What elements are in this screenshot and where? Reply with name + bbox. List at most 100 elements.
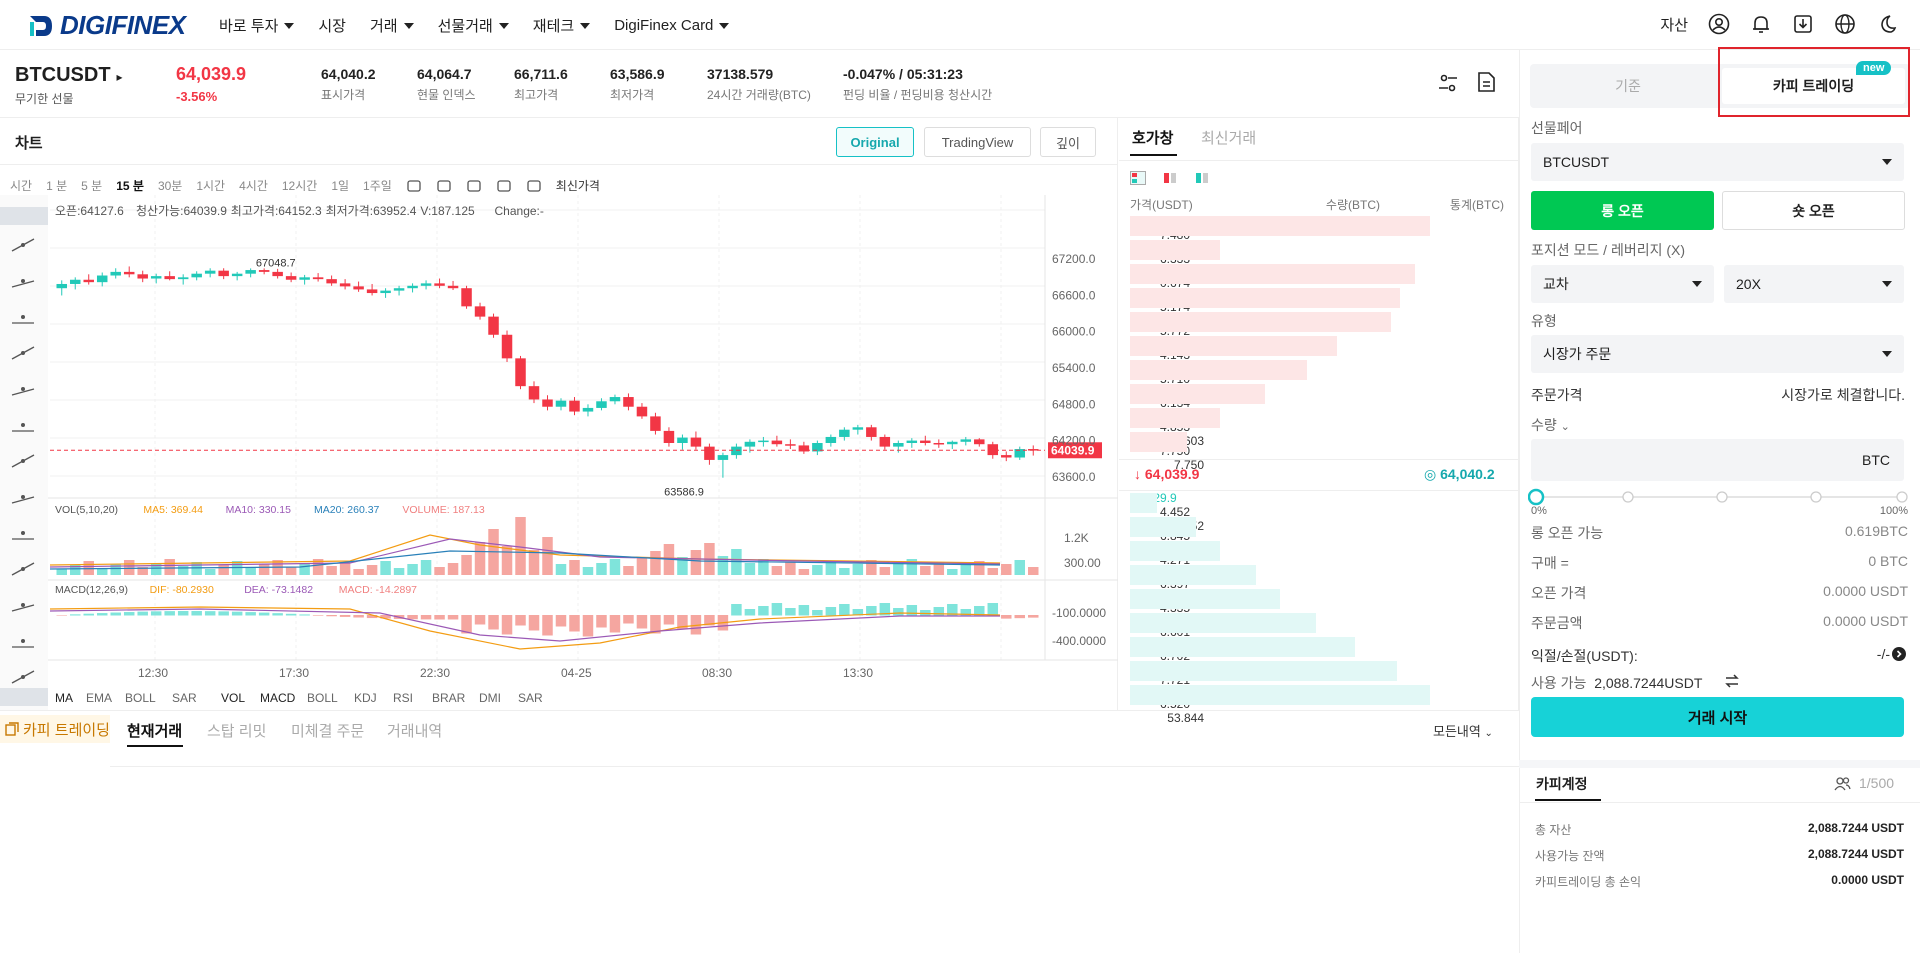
document-icon[interactable] <box>1474 70 1498 94</box>
nav-item-3[interactable]: 선물거래 <box>438 15 509 36</box>
interval-6[interactable]: 4시간 <box>239 177 268 194</box>
ask-row[interactable]: 64,030.66.13418.737 <box>1130 382 1504 424</box>
slider-step[interactable] <box>1896 491 1908 503</box>
brand-logo[interactable]: DIGIFINEX <box>26 10 186 41</box>
slider-step[interactable] <box>1622 491 1634 503</box>
open-long-button[interactable]: 롱 오픈 <box>1531 191 1714 230</box>
view-tab-depth[interactable]: 깊이 <box>1040 127 1096 157</box>
open-short-button[interactable]: 숏 오픈 <box>1722 191 1905 230</box>
bottom-tab-stop-limit[interactable]: 스탑 리밋 <box>207 720 266 741</box>
interval-8[interactable]: 1일 <box>331 177 349 194</box>
interval-9[interactable]: 1주일 <box>363 177 392 194</box>
slider-handle[interactable] <box>1528 488 1545 506</box>
bid-row[interactable]: 64,028.66.39721.965 <box>1130 563 1504 605</box>
assets-link[interactable]: 자산 <box>1660 14 1688 35</box>
bid-row[interactable]: 64,010.06.70239.603 <box>1130 635 1504 677</box>
ask-row[interactable]: 64,030.95.77234.362 <box>1130 310 1504 352</box>
bid-row[interactable]: 64,002.76.52053.844 <box>1130 683 1504 725</box>
indicator-tab-macd[interactable]: MACD <box>260 691 296 705</box>
pair-select[interactable]: BTCUSDT <box>1531 143 1904 181</box>
toolbar-collapse-up[interactable] <box>0 207 48 225</box>
ask-row[interactable]: 64,031.25.17439.536 <box>1130 286 1504 328</box>
volume-bar <box>1014 560 1026 575</box>
candle <box>825 434 837 447</box>
ask-row[interactable]: 64,030.07.7507.750 <box>1130 430 1504 472</box>
globe-icon[interactable] <box>1834 13 1856 35</box>
nav-item-2[interactable]: 거래 <box>370 15 414 36</box>
ohlc-low: 최저가격:63952.4 <box>326 204 417 218</box>
indicator-settings-icon[interactable] <box>406 178 422 194</box>
bid-row[interactable]: 64,016.86.60132.901 <box>1130 611 1504 653</box>
indicator-tab-sar[interactable]: SAR <box>172 691 197 705</box>
ask-row[interactable]: 64,050.56.33346.543 <box>1130 238 1504 280</box>
chart-style-icon[interactable] <box>436 178 452 194</box>
bid-row[interactable]: 64,003.77.72147.324 <box>1130 659 1504 701</box>
indicator-tab-kdj[interactable]: KDJ <box>354 691 377 705</box>
indicator-tab-boll[interactable]: BOLL <box>307 691 338 705</box>
tab-orderbook[interactable]: 호가창 <box>1132 127 1173 148</box>
slider-step[interactable] <box>1716 491 1728 503</box>
indicator-tab-brar[interactable]: BRAR <box>432 691 466 705</box>
indicator-tab-boll[interactable]: BOLL <box>125 691 156 705</box>
indicator-tab-ema[interactable]: EMA <box>86 691 112 705</box>
toolbar-collapse-down[interactable] <box>0 688 48 706</box>
both-sides-view-icon[interactable] <box>1130 171 1146 185</box>
view-tab-tradingview[interactable]: TradingView <box>924 127 1031 157</box>
indicator-tab-rsi[interactable]: RSI <box>393 691 413 705</box>
bid-row[interactable]: 64,029.94.4524.452 <box>1130 491 1504 533</box>
start-trade-button[interactable]: 거래 시작 <box>1531 697 1904 737</box>
nav-item-0[interactable]: 바로 투자 <box>219 15 295 36</box>
history-filter[interactable]: 모든내역 ⌄ <box>1433 721 1493 740</box>
caret-down-icon <box>403 22 414 29</box>
indicator-tab-ma[interactable]: MA <box>55 691 73 705</box>
interval-5[interactable]: 1시간 <box>196 177 225 194</box>
order-type-select[interactable]: 시장가 주문 <box>1531 335 1904 373</box>
chevron-right-circle-icon[interactable] <box>1892 647 1906 661</box>
qty-input[interactable]: BTC <box>1531 439 1904 481</box>
symbol-selector[interactable]: BTCUSDT ▸ <box>15 64 123 87</box>
settings-sliders-icon[interactable] <box>1436 71 1460 95</box>
qty-label[interactable]: 수량 ⌄ <box>1531 415 1570 435</box>
margin-mode-select[interactable]: 교차 <box>1531 265 1714 303</box>
asks-view-icon[interactable] <box>1162 171 1178 185</box>
view-tab-original[interactable]: Original <box>836 127 914 157</box>
bottom-tab-current[interactable]: 현재거래 <box>127 720 182 741</box>
interval-3[interactable]: 15 분 <box>116 177 144 194</box>
indicator-tab-dmi[interactable]: DMI <box>479 691 501 705</box>
nav-item-4[interactable]: 재테크 <box>533 15 591 36</box>
download-icon[interactable] <box>1792 13 1814 35</box>
qty-slider[interactable] <box>1528 488 1908 508</box>
nav-item-5[interactable]: DigiFinex Card <box>614 15 730 36</box>
ask-row[interactable]: 64,030.75.71024.447 <box>1130 358 1504 400</box>
interval-4[interactable]: 30분 <box>158 177 182 194</box>
fullscreen-icon[interactable] <box>526 178 542 194</box>
ask-row[interactable]: 64,050.67.48054.023 <box>1130 214 1504 256</box>
user-icon[interactable] <box>1708 13 1730 35</box>
interval-2[interactable]: 5 분 <box>81 177 102 194</box>
nav-item-1[interactable]: 시장 <box>318 15 346 36</box>
indicator-tab-vol[interactable]: VOL <box>221 691 245 705</box>
bid-row[interactable]: 64,025.54.33526.300 <box>1130 587 1504 629</box>
bids-view-icon[interactable] <box>1194 171 1210 185</box>
slider-step[interactable] <box>1810 491 1822 503</box>
bottom-tab-history[interactable]: 거래내역 <box>387 720 442 741</box>
ask-row[interactable]: 64,030.84.14328.590 <box>1130 334 1504 376</box>
ask-row[interactable]: 64,030.14.85312.603 <box>1130 406 1504 448</box>
ask-row[interactable]: 64,043.30.67440.210 <box>1130 262 1504 304</box>
tab-recent-trades[interactable]: 최신거래 <box>1201 127 1256 148</box>
copy-trading-tab[interactable]: 카피 트레이딩 <box>0 715 110 743</box>
indicator-tab-sar[interactable]: SAR <box>518 691 543 705</box>
bid-row[interactable]: 64,028.94.27115.568 <box>1130 539 1504 581</box>
interval-7[interactable]: 12시간 <box>282 177 317 194</box>
moon-icon[interactable] <box>1876 13 1898 35</box>
leverage-select[interactable]: 20X <box>1724 265 1904 303</box>
target-icon[interactable] <box>496 178 512 194</box>
bell-icon[interactable] <box>1750 13 1772 35</box>
mode-tab-standard[interactable]: 기준 <box>1535 68 1721 104</box>
bid-row[interactable]: 64,029.66.84511.297 <box>1130 515 1504 557</box>
interval-1[interactable]: 1 분 <box>46 177 67 194</box>
price-type-select[interactable]: 최신가격 <box>556 177 600 194</box>
bottom-tab-open-orders[interactable]: 미체결 주문 <box>291 720 364 741</box>
transfer-icon[interactable] <box>1724 674 1740 688</box>
screenshot-icon[interactable] <box>466 178 482 194</box>
